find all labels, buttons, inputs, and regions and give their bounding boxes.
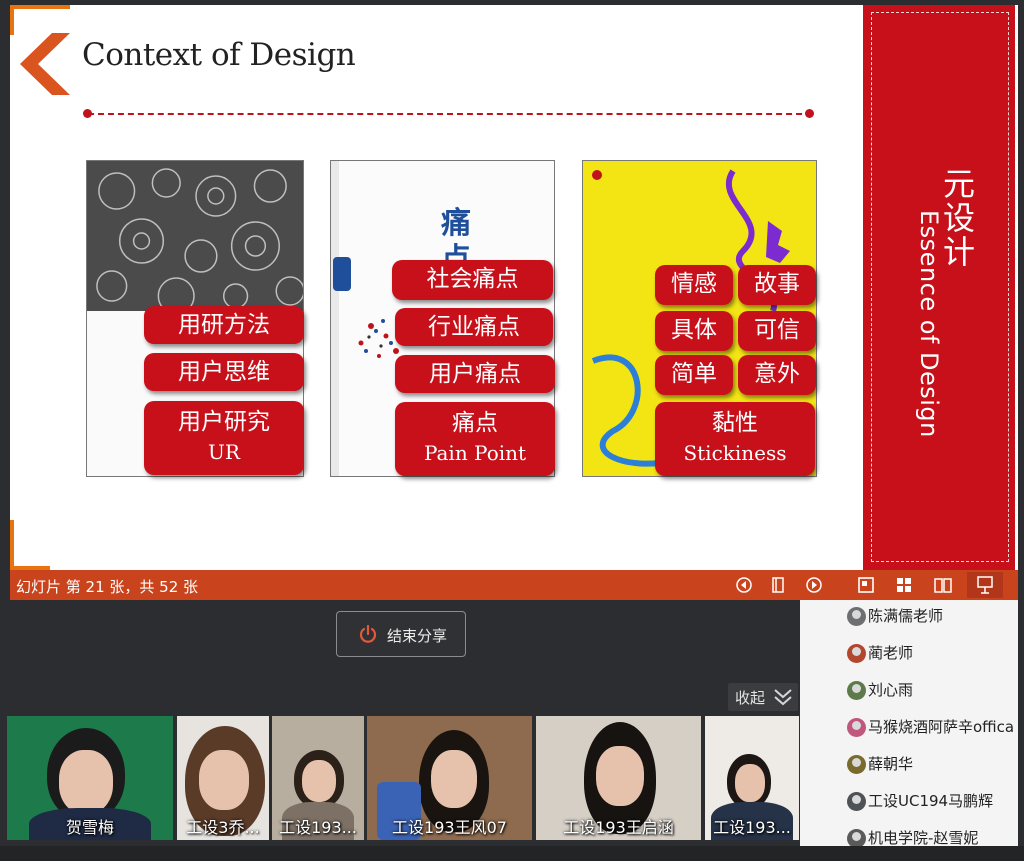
- notes-icon[interactable]: [767, 574, 789, 596]
- presenter-view-icon[interactable]: [967, 572, 1003, 598]
- slide-title: Context of Design: [82, 37, 356, 73]
- keyword-pill: 用研方法: [144, 306, 304, 344]
- avatar: [847, 644, 866, 663]
- normal-view-icon[interactable]: [855, 574, 877, 596]
- video-name: 工设193...: [713, 818, 791, 837]
- keyword-pill: 社会痛点: [392, 260, 553, 300]
- side-title-char: 元: [942, 165, 975, 203]
- avatar: [847, 681, 866, 700]
- keyword-pill: 用户痛点: [395, 355, 555, 393]
- video-tile[interactable]: 工设193王启涵: [536, 716, 701, 840]
- participant-row[interactable]: 陈满儒老师: [800, 600, 1018, 636]
- slide-counter: 幻灯片 第 21 张，共 52 张: [16, 578, 199, 596]
- video-tile[interactable]: 工设3乔...: [177, 716, 269, 840]
- participant-name: 陈满儒老师: [868, 607, 944, 625]
- side-title-panel: 元设计 Essence of Design: [863, 5, 1015, 570]
- avatar: [847, 755, 866, 774]
- avatar: [847, 718, 866, 737]
- chevron-left-icon: [20, 33, 70, 95]
- avatar: [847, 792, 866, 811]
- participant-row[interactable]: 蔺老师: [800, 637, 1018, 673]
- corner-decoration: [10, 520, 50, 570]
- power-icon: [359, 624, 377, 643]
- divider-dot: [805, 109, 814, 118]
- bottom-bar: [0, 846, 1024, 861]
- keyword-pill: 用户研究 UR: [144, 401, 304, 475]
- double-chevron-down-icon: [774, 689, 792, 706]
- slideshow-statusbar: 幻灯片 第 21 张，共 52 张: [10, 570, 1018, 600]
- presentation-slide: Context of Design 用研方法 用户思维 用户研究 UR 痛 社会…: [10, 5, 1018, 570]
- keyword-pill: 可信: [738, 311, 816, 351]
- book-pattern: [87, 161, 303, 311]
- participant-name: 机电学院-赵雪妮: [868, 829, 979, 847]
- keyword-pill: 故事: [738, 265, 816, 305]
- meeting-window: Context of Design 用研方法 用户思维 用户研究 UR 痛 社会…: [0, 0, 1024, 861]
- keyword-pill: 简单: [655, 355, 733, 395]
- collapse-label: 收起: [735, 689, 766, 707]
- participant-row[interactable]: 工设UC194马鹏辉: [800, 785, 1018, 821]
- prev-icon[interactable]: [733, 574, 755, 596]
- participant-name: 薛朝华: [868, 755, 914, 773]
- video-tile[interactable]: 工设193...: [272, 716, 364, 840]
- participant-name: 刘心雨: [868, 681, 914, 699]
- keyword-pill: 用户思维: [144, 353, 304, 391]
- stop-sharing-button[interactable]: 结束分享: [336, 611, 466, 657]
- participant-row[interactable]: 薛朝华: [800, 748, 1018, 784]
- keyword-pill: 情感: [655, 265, 733, 305]
- participant-name: 工设UC194马鹏辉: [868, 792, 994, 810]
- video-strip: 贺雪梅 工设3乔... 工设193... 工设193王风07 工设193王启涵: [7, 716, 799, 840]
- video-name: 工设193王风07: [392, 818, 507, 837]
- video-tile[interactable]: 贺雪梅: [7, 716, 173, 840]
- video-name: 工设3乔...: [186, 818, 260, 837]
- keyword-pill: 具体: [655, 311, 733, 351]
- title-divider: [88, 113, 812, 115]
- stop-sharing-label: 结束分享: [387, 627, 448, 645]
- participant-name: 蔺老师: [868, 644, 914, 662]
- svg-text:痛: 痛: [441, 206, 471, 241]
- video-name: 工设193王启涵: [563, 818, 674, 837]
- avatar: [847, 607, 866, 626]
- keyword-pill: 黏性 Stickiness: [655, 402, 815, 476]
- video-name: 贺雪梅: [65, 818, 114, 837]
- video-tile[interactable]: 工设193...: [705, 716, 799, 840]
- video-tile[interactable]: 工设193王风07: [367, 716, 532, 840]
- corner-decoration: [10, 5, 70, 35]
- keyword-pill: 意外: [738, 355, 816, 395]
- reading-view-icon[interactable]: [932, 574, 954, 596]
- participant-row[interactable]: 马猴烧酒阿萨辛offica: [800, 711, 1018, 747]
- keyword-pill: 行业痛点: [395, 308, 553, 346]
- participant-row[interactable]: 刘心雨: [800, 674, 1018, 710]
- video-name: 工设193...: [279, 818, 357, 837]
- participant-name: 马猴烧酒阿萨辛offica: [868, 718, 1015, 736]
- side-title-english: Essence of Design: [915, 210, 943, 438]
- collapse-button[interactable]: 收起: [728, 683, 798, 711]
- next-icon[interactable]: [803, 574, 825, 596]
- grid-view-icon[interactable]: [893, 574, 915, 596]
- participant-list[interactable]: 陈满儒老师 蔺老师 刘心雨 马猴烧酒阿萨辛offica 薛朝华 工设UC194马…: [800, 600, 1018, 855]
- keyword-pill: 痛点 Pain Point: [395, 402, 555, 476]
